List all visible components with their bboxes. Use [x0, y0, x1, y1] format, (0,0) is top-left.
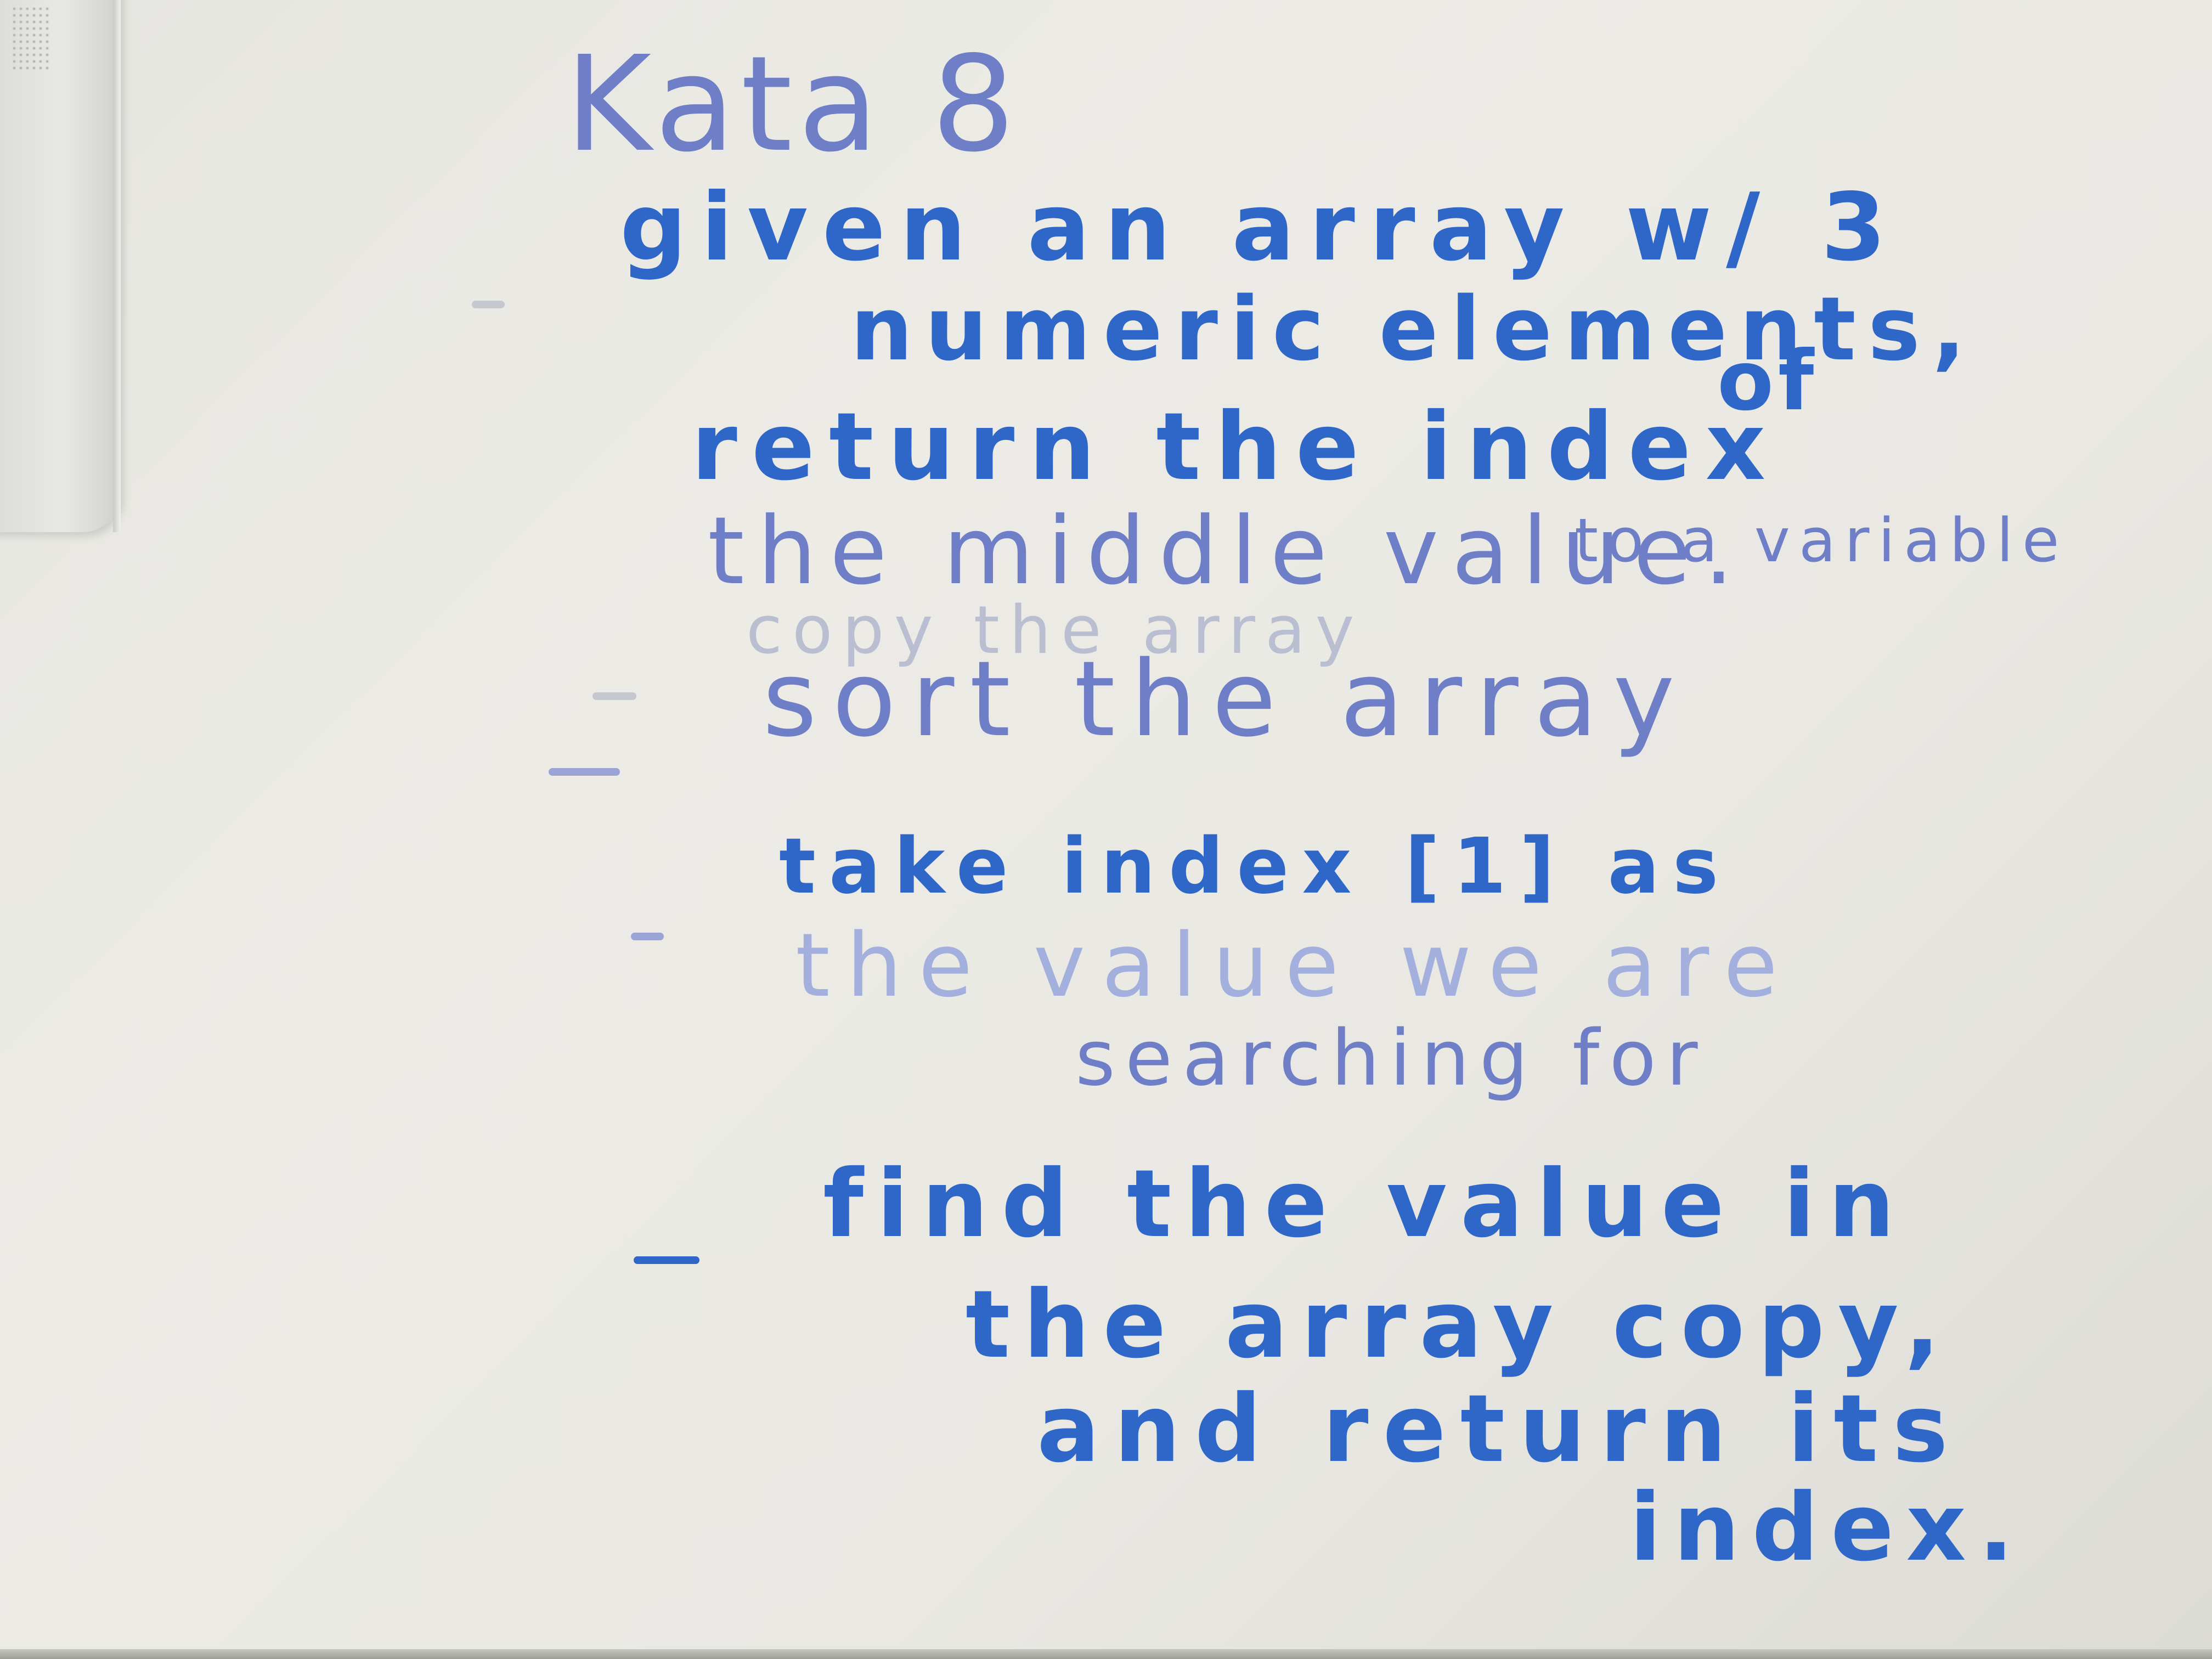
handwritten-line: of [1717, 334, 1819, 429]
handwritten-line: take index [1] as [779, 822, 1732, 911]
bullet-dash [631, 933, 664, 940]
handwritten-line: sort the array [763, 639, 1690, 760]
kata-title: Kata 8 [565, 27, 1021, 181]
handwritten-line: index. [1629, 1474, 2026, 1582]
wall-mounted-device [0, 0, 121, 532]
handwritten-line: return the index [691, 393, 1780, 501]
bullet-dash [472, 301, 505, 308]
handwritten-line: find the value in [823, 1150, 1908, 1259]
handwritten-line: and return its [1037, 1375, 1962, 1483]
handwritten-line: the value we are [795, 914, 1795, 1017]
handwritten-line: the array copy, [966, 1271, 1954, 1379]
whiteboard-tray-edge [0, 1649, 2212, 1659]
device-vent [11, 5, 49, 71]
bullet-dash [549, 768, 620, 776]
handwritten-line: to a variable [1575, 505, 2068, 575]
whiteboard: Kata 8 given an array w/ 3 numeric eleme… [0, 0, 2212, 1659]
bullet-dash [592, 692, 636, 700]
bullet-dash [634, 1256, 699, 1264]
handwritten-line: searching for [1075, 1014, 1708, 1103]
device-edge [113, 0, 121, 532]
handwritten-line: given an array w/ 3 [620, 173, 1900, 282]
